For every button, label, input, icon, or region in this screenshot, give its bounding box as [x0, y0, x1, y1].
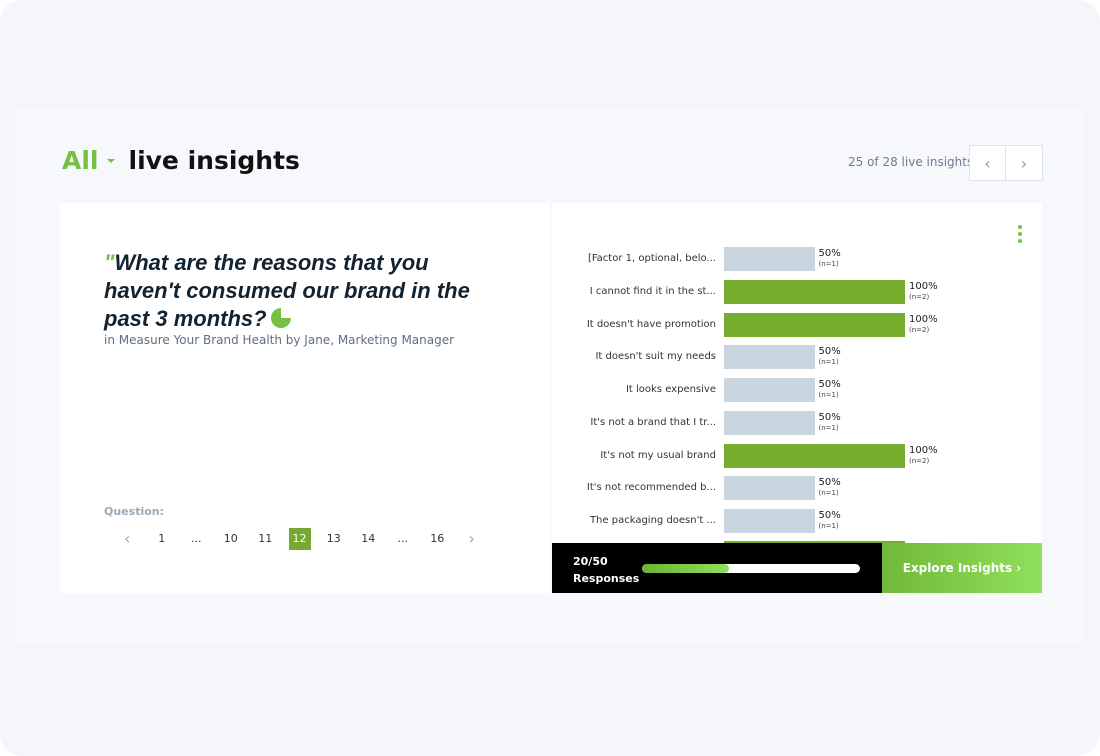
bar-value: 50% (n=1) [818, 411, 841, 433]
next-insight-button[interactable]: › [1006, 145, 1043, 181]
responses-count: 20/50 [573, 555, 608, 568]
page-11[interactable]: 11 [248, 528, 283, 550]
bar-percent: 50% [818, 346, 841, 358]
bar[interactable] [724, 247, 815, 271]
question-card: "What are the reasons that you haven't c… [60, 203, 550, 593]
bar[interactable] [724, 476, 815, 501]
bar-count: (n=1) [818, 522, 839, 530]
page-14[interactable]: 14 [351, 528, 386, 550]
question-label: Question: [104, 505, 165, 518]
bar-count: (n=1) [818, 391, 839, 399]
chevron-right-icon[interactable]: › [455, 528, 490, 550]
bar-label: It's not recommended b... [586, 482, 716, 494]
bar[interactable] [724, 312, 905, 337]
responses-progress [642, 564, 860, 573]
page-13[interactable]: 13 [317, 528, 352, 550]
caret-down-icon[interactable] [106, 158, 115, 163]
bar[interactable] [724, 509, 815, 533]
bar[interactable] [724, 410, 815, 435]
bar-value: 100% (n=2) [909, 280, 938, 302]
chart-row: The packaging doesn't ... 50% (n=1) [552, 509, 1042, 533]
bar-count: (n=1) [818, 358, 839, 367]
bar[interactable] [724, 345, 815, 370]
bar[interactable] [724, 378, 815, 402]
results-card: [Factor 1, optional, belo... 50% (n=1) I ca… [552, 203, 1042, 593]
bar-value: 100% (n=2) [909, 444, 938, 466]
bar-value: 50% (n=1) [819, 478, 841, 498]
bar-percent: 100% [909, 444, 938, 456]
question-title: "What are the reasons that you haven't c… [104, 249, 504, 333]
chart-row: It's not a brand that I tr... 50% (n=1) [552, 410, 1042, 435]
bar-count: (n=1) [818, 260, 839, 268]
page-ellipsis: ... [191, 532, 202, 545]
chevron-right-icon: › [1020, 153, 1028, 173]
bar-label: I cannot find it in the st... [589, 285, 716, 297]
bar-percent: 50% [818, 248, 841, 259]
bar-label: The packaging doesn't ... [589, 515, 716, 526]
bar-label: It's not my usual brand [600, 449, 716, 461]
page-12[interactable]: 12 [288, 528, 311, 550]
bar-count: (n=2) [909, 456, 930, 465]
prev-insight-button[interactable]: ‹ [969, 145, 1006, 181]
bar[interactable] [724, 443, 905, 468]
bar-percent: 50% [818, 379, 841, 390]
bar-count: (n=1) [818, 489, 839, 498]
bar-value: 50% (n=1) [819, 511, 841, 531]
filter-dropdown[interactable]: All [62, 146, 99, 175]
bar-label: It doesn't suit my needs [595, 351, 716, 363]
page-16[interactable]: 16 [420, 528, 455, 550]
bar-label: It doesn't have promotion [586, 318, 716, 330]
bar-value: 50% (n=1) [819, 249, 841, 269]
responses-label: Responses [573, 572, 640, 585]
quote-mark: " [104, 250, 115, 275]
bar-count: (n=2) [909, 325, 930, 334]
question-pager: ‹ 1... 10 11 12 13 14... 16 › [110, 528, 489, 550]
chevron-left-icon: ‹ [984, 153, 991, 173]
bar[interactable] [724, 279, 905, 304]
title-text: live insights [128, 146, 300, 175]
chart-row: It's not my usual brand 100% (n=2) [552, 443, 1042, 468]
chart-row: I cannot find it in the st... 100% (n=2) [552, 279, 1042, 304]
bar-count: (n=2) [909, 292, 930, 301]
question-source: in Measure Your Brand Health by Jane, Ma… [104, 333, 455, 347]
bar-count: (n=1) [818, 423, 839, 432]
bar-percent: 100% [909, 313, 938, 325]
bar-label: [Factor 1, optional, belo... [587, 253, 716, 264]
page-1[interactable]: 1 [145, 528, 180, 550]
chart-row: It doesn't have promotion 100% (n=2) [552, 312, 1042, 337]
bar-percent: 50% [818, 477, 841, 489]
bar-label: It's not a brand that I tr... [590, 416, 716, 428]
chart-row: [Factor 1, optional, belo... 50% (n=1) [552, 247, 1042, 271]
bar-chart: [Factor 1, optional, belo... 50% (n=1) I ca… [552, 203, 1042, 543]
progress-fill [642, 564, 730, 573]
chart-row: It's not recommended b... 50% (n=1) [552, 476, 1042, 501]
bar-label: It looks expensive [625, 384, 716, 395]
bar-value: 50% (n=1) [819, 380, 841, 400]
bar-percent: 50% [818, 510, 841, 521]
bar-value: 100% (n=2) [909, 313, 938, 335]
pie-chart-icon [270, 308, 291, 328]
bar-percent: 50% [818, 411, 841, 423]
chart-row: It looks expensive 50% (n=1) [552, 378, 1042, 402]
bar-percent: 100% [909, 280, 938, 292]
insight-counter: 25 of 28 live insights [848, 155, 974, 169]
chart-row: It doesn't suit my needs 50% (n=1) [552, 345, 1042, 370]
page-title: All live insights [62, 146, 300, 175]
page-ellipsis: ... [397, 532, 409, 545]
chevron-left-icon[interactable]: ‹ [110, 528, 145, 550]
responses-bar: 20/50 Responses [552, 543, 882, 593]
explore-insights-button[interactable]: Explore Insights › [882, 543, 1042, 593]
bar-value: 50% (n=1) [819, 347, 841, 367]
page-10[interactable]: 10 [214, 528, 249, 550]
